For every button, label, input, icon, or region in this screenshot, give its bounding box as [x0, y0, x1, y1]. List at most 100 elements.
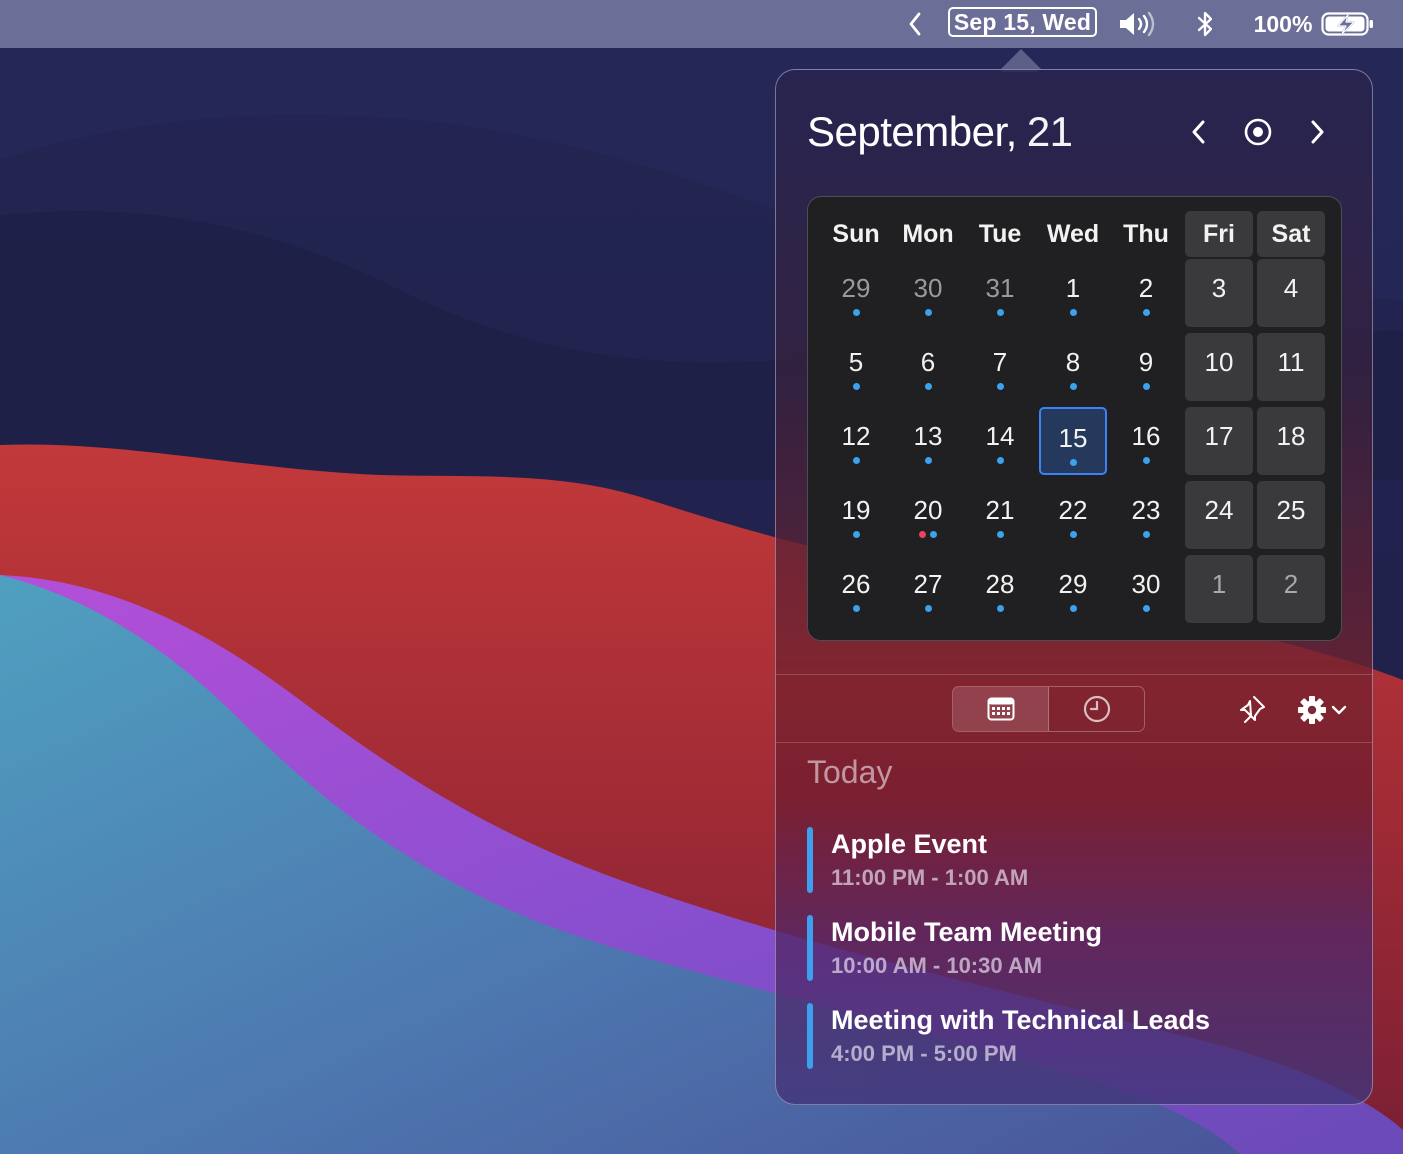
event-title: Meeting with Technical Leads [831, 1005, 1211, 1035]
event-dots [996, 605, 1004, 612]
day-cell[interactable]: 2 [1257, 555, 1325, 623]
volume-icon[interactable] [1114, 0, 1160, 48]
event-dot [996, 605, 1004, 612]
day-number: 16 [1131, 421, 1161, 451]
day-cell[interactable]: 18 [1257, 407, 1325, 475]
day-cell[interactable]: 25 [1257, 481, 1325, 549]
day-cell[interactable]: 27 [894, 555, 962, 623]
day-cell[interactable]: 17 [1185, 407, 1253, 475]
day-number: 2 [1283, 569, 1299, 599]
event-dot [852, 383, 860, 390]
day-number: 29 [841, 273, 871, 303]
day-number: 15 [1058, 423, 1088, 453]
event-time: 4:00 PM - 5:00 PM [831, 1041, 1017, 1066]
event-dot [996, 457, 1004, 464]
day-number: 3 [1211, 273, 1227, 303]
day-cell[interactable]: 29 [1039, 555, 1107, 623]
day-cell[interactable]: 19 [822, 481, 890, 549]
day-number: 14 [985, 421, 1015, 451]
day-cell[interactable]: 22 [1039, 481, 1107, 549]
day-cell[interactable]: 6 [894, 333, 962, 401]
day-cell[interactable]: 14 [966, 407, 1034, 475]
chevron-left-icon [1192, 120, 1205, 144]
day-cell[interactable]: 23 [1112, 481, 1180, 549]
event-dot [852, 457, 860, 464]
day-cell[interactable]: 30 [1112, 555, 1180, 623]
previous-month-button[interactable] [1181, 114, 1217, 150]
event-dots [852, 383, 860, 390]
event-dot [996, 531, 1004, 538]
event-dot [1069, 531, 1077, 538]
time-view-button[interactable] [1049, 687, 1144, 731]
day-cell[interactable]: 28 [966, 555, 1034, 623]
day-cell[interactable]: 29 [822, 259, 890, 327]
events-section-label: Today [807, 754, 893, 790]
day-cell[interactable]: 7 [966, 333, 1034, 401]
day-cell[interactable]: 1 [1039, 259, 1107, 327]
event-dots [852, 457, 860, 464]
weekday-header: Fri [1185, 211, 1253, 257]
day-cell[interactable]: 31 [966, 259, 1034, 327]
event-dot [1142, 383, 1150, 390]
day-cell[interactable]: 3 [1185, 259, 1253, 327]
day-number: 27 [913, 569, 943, 599]
battery-charging-icon[interactable] [1318, 0, 1378, 48]
day-cell[interactable]: 5 [822, 333, 890, 401]
day-number: 12 [841, 421, 871, 451]
day-number: 31 [985, 273, 1015, 303]
day-cell[interactable]: 10 [1185, 333, 1253, 401]
popover-arrow-fill [1001, 70, 1039, 72]
day-number: 1 [1065, 273, 1081, 303]
clock-icon [1083, 695, 1110, 723]
menubar-date-button[interactable]: Sep 15, Wed [948, 7, 1097, 37]
day-cell[interactable]: 16 [1112, 407, 1180, 475]
event-dot [852, 531, 860, 538]
event-dots [1142, 457, 1150, 464]
pin-button[interactable] [1234, 690, 1270, 730]
day-cell[interactable]: 4 [1257, 259, 1325, 327]
day-cell[interactable]: 12 [822, 407, 890, 475]
month-grid: Sun Mon Tue Wed Thu Fri Sat 29 30 31 1 2 3 4 5 6 7 8 9 10 11… [807, 196, 1342, 641]
day-cell[interactable]: 26 [822, 555, 890, 623]
day-number: 26 [841, 569, 871, 599]
event-color-bar [807, 915, 813, 981]
event-item[interactable]: Mobile Team Meeting 10:00 AM - 10:30 AM [807, 915, 1327, 981]
day-number: 7 [992, 347, 1008, 377]
day-cell[interactable]: 21 [966, 481, 1034, 549]
day-cell[interactable]: 13 [894, 407, 962, 475]
popover-arrow [1000, 49, 1042, 70]
pin-icon [1240, 696, 1265, 723]
event-dot [930, 531, 937, 538]
day-cell[interactable]: 20 [894, 481, 962, 549]
day-number: 9 [1138, 347, 1154, 377]
weekday-header: Sat [1257, 211, 1325, 257]
day-cell-today[interactable]: 15 [1039, 407, 1107, 475]
event-item[interactable]: Apple Event 11:00 PM - 1:00 AM [807, 827, 1327, 893]
day-cell[interactable]: 8 [1039, 333, 1107, 401]
weekday-header: Mon [902, 219, 954, 248]
bluetooth-icon[interactable] [1190, 0, 1220, 48]
event-dot [919, 531, 926, 538]
settings-menu-button[interactable] [1292, 690, 1352, 730]
go-to-today-button[interactable] [1240, 114, 1276, 150]
day-cell[interactable]: 11 [1257, 333, 1325, 401]
next-month-button[interactable] [1299, 114, 1335, 150]
event-dot [924, 605, 932, 612]
event-dots [1142, 605, 1150, 612]
day-cell[interactable]: 24 [1185, 481, 1253, 549]
view-toggle [952, 686, 1145, 732]
day-cell[interactable]: 2 [1112, 259, 1180, 327]
menubar-chevron-left-icon[interactable] [900, 0, 930, 48]
event-item[interactable]: Meeting with Technical Leads 4:00 PM - 5:… [807, 1003, 1327, 1069]
event-dot [924, 309, 932, 316]
battery-percentage[interactable]: 100% [1248, 0, 1318, 48]
day-cell[interactable]: 9 [1112, 333, 1180, 401]
calendar-view-button[interactable] [953, 687, 1049, 731]
day-number: 4 [1283, 273, 1299, 303]
event-dots [852, 309, 860, 316]
day-cell[interactable]: 30 [894, 259, 962, 327]
event-dots [924, 457, 932, 464]
day-cell[interactable]: 1 [1185, 555, 1253, 623]
event-dots [919, 531, 937, 538]
event-dots [1069, 605, 1077, 612]
